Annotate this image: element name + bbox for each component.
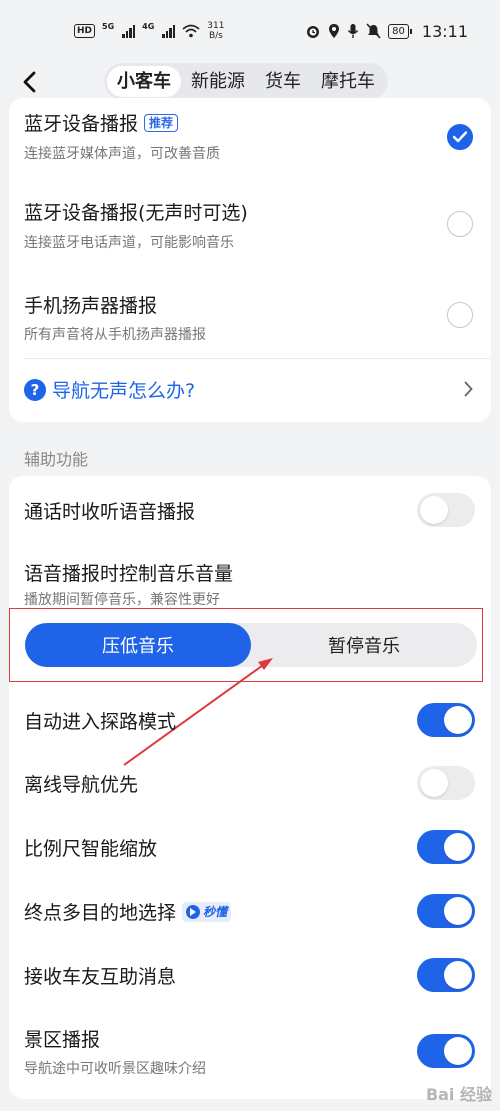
toggle-row-mutual-help: 接收车友互助消息 (9, 944, 491, 1008)
setting-label: 终点多目的地选择 秒懂 (24, 898, 232, 925)
toggle-knob (444, 897, 472, 925)
toggle-row-explore: 自动进入探路模式 (9, 686, 491, 752)
video-badge-text: 秒懂 (203, 905, 228, 919)
setting-label: 景区播报 (24, 1029, 101, 1051)
toggle-switch-on[interactable] (417, 894, 475, 928)
setting-label: 接收车友互助消息 (24, 966, 177, 988)
video-badge[interactable]: 秒懂 (182, 901, 232, 922)
toggle-row-scenic: 景区播报 导航途中可收听景区趣味介绍 (9, 1008, 491, 1090)
play-icon (186, 904, 201, 919)
setting-label: 自动进入探路模式 (24, 711, 177, 733)
watermark-logo: Bai 经验 (425, 1085, 492, 1104)
toggle-row-scale: 比例尺智能缩放 (9, 816, 491, 880)
toggle-knob (444, 833, 472, 861)
setting-subtitle: 导航途中可收听景区趣味介绍 (24, 1061, 206, 1077)
toggle-row-offline: 离线导航优先 (9, 752, 491, 816)
toggle-switch-on[interactable] (417, 1034, 475, 1068)
setting-label-text: 终点多目的地选择 (24, 902, 177, 924)
setting-label: 比例尺智能缩放 (24, 838, 158, 860)
toggle-switch-on[interactable] (417, 703, 475, 737)
toggle-switch-off[interactable] (417, 766, 475, 800)
toggle-row-multi-destination: 终点多目的地选择 秒懂 (9, 880, 491, 944)
toggle-knob (420, 769, 448, 797)
toggle-switch-on[interactable] (417, 830, 475, 864)
toggle-knob (444, 706, 472, 734)
toggle-knob (444, 1037, 472, 1065)
toggle-knob (444, 961, 472, 989)
toggle-switch-on[interactable] (417, 958, 475, 992)
setting-label: 离线导航优先 (24, 774, 139, 796)
